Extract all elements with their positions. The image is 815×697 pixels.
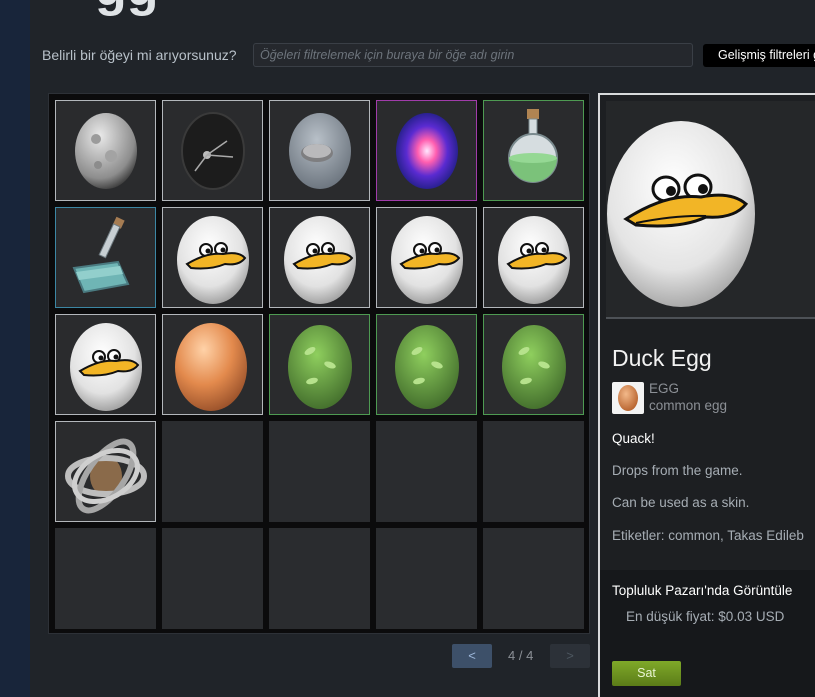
leaf-egg-icon (288, 325, 352, 409)
item-type: common egg (649, 398, 728, 413)
galaxy-egg-icon (396, 113, 458, 189)
sell-button[interactable]: Sat (612, 661, 681, 686)
inventory-slot-sputnik-egg[interactable] (162, 100, 263, 201)
potion-bottle-icon (508, 109, 558, 183)
item-large-image (606, 101, 815, 319)
moon-egg-icon (75, 113, 137, 189)
inventory-slot-duck-egg[interactable] (55, 314, 156, 415)
wire-egg-icon (65, 438, 147, 514)
inventory-slot-empty[interactable] (269, 421, 370, 522)
leaf-egg-icon (395, 325, 459, 409)
market-lowest-price: En düşük fiyat: $0.03 USD (626, 609, 785, 624)
filter-input[interactable] (253, 43, 693, 67)
inventory-slot-galaxy-egg[interactable] (376, 100, 477, 201)
game-icon (612, 382, 644, 414)
inventory-slot-empty[interactable] (376, 421, 477, 522)
inventory-slot-empty[interactable] (162, 528, 263, 629)
advanced-filters-button[interactable]: Gelişmiş filtreleri g (703, 44, 815, 67)
shovel-bottle-icon (72, 216, 130, 294)
leaf-egg-icon (502, 325, 566, 409)
page-count: 4 / 4 (508, 648, 534, 663)
duck-egg-icon (391, 216, 463, 304)
previous-page-button[interactable]: < (452, 644, 492, 668)
inventory-slot-empty[interactable] (376, 528, 477, 629)
duck-egg-icon (498, 216, 570, 304)
inventory-slot-moon-egg[interactable] (55, 100, 156, 201)
inventory-slot-shovel-bottle[interactable] (55, 207, 156, 308)
inventory-slot-leaf-egg[interactable] (376, 314, 477, 415)
left-sidebar-strip (0, 0, 30, 697)
market-link[interactable]: Topluluk Pazarı'nda Görüntüle (612, 583, 792, 598)
inventory-slot-wire-egg[interactable] (55, 421, 156, 522)
stone-egg-icon (289, 113, 351, 189)
game-name[interactable]: EGG (649, 381, 679, 396)
inventory-slot-empty[interactable] (162, 421, 263, 522)
inventory-slot-empty[interactable] (483, 528, 584, 629)
inventory-slot-duck-egg[interactable] (162, 207, 263, 308)
inventory-slot-duck-egg[interactable] (483, 207, 584, 308)
orange-egg-icon (175, 323, 247, 411)
inventory-slot-orange-egg[interactable] (162, 314, 263, 415)
sputnik-egg-icon (181, 112, 245, 190)
filter-label: Belirli bir öğeyi mi arıyorsunuz? (42, 47, 237, 63)
duck-egg-icon (70, 323, 142, 411)
duck-egg-icon (284, 216, 356, 304)
item-name: Duck Egg (612, 345, 712, 371)
duck-egg-icon (177, 216, 249, 304)
item-description-quack: Quack! (612, 431, 655, 446)
inventory-slot-stone-egg[interactable] (269, 100, 370, 201)
inventory-slot-leaf-egg[interactable] (483, 314, 584, 415)
inventory-slot-empty[interactable] (483, 421, 584, 522)
inventory-slot-duck-egg[interactable] (269, 207, 370, 308)
inventory-slot-empty[interactable] (55, 528, 156, 629)
item-detail-panel: Duck Egg EGG common egg Quack! Drops fro… (598, 93, 815, 697)
item-description-skin: Can be used as a skin. (612, 495, 750, 510)
inventory-slot-duck-egg[interactable] (376, 207, 477, 308)
item-tags: Etiketler: common, Takas Edileb (612, 528, 804, 543)
next-page-button[interactable]: > (550, 644, 590, 668)
item-description-drops: Drops from the game. (612, 463, 743, 478)
inventory-slot-empty[interactable] (269, 528, 370, 629)
inventory-slot-potion-bottle[interactable] (483, 100, 584, 201)
inventory-grid (48, 93, 590, 634)
page-title-fragment: gg (95, 0, 159, 18)
duck-egg-large-icon (607, 121, 755, 307)
inventory-slot-leaf-egg[interactable] (269, 314, 370, 415)
